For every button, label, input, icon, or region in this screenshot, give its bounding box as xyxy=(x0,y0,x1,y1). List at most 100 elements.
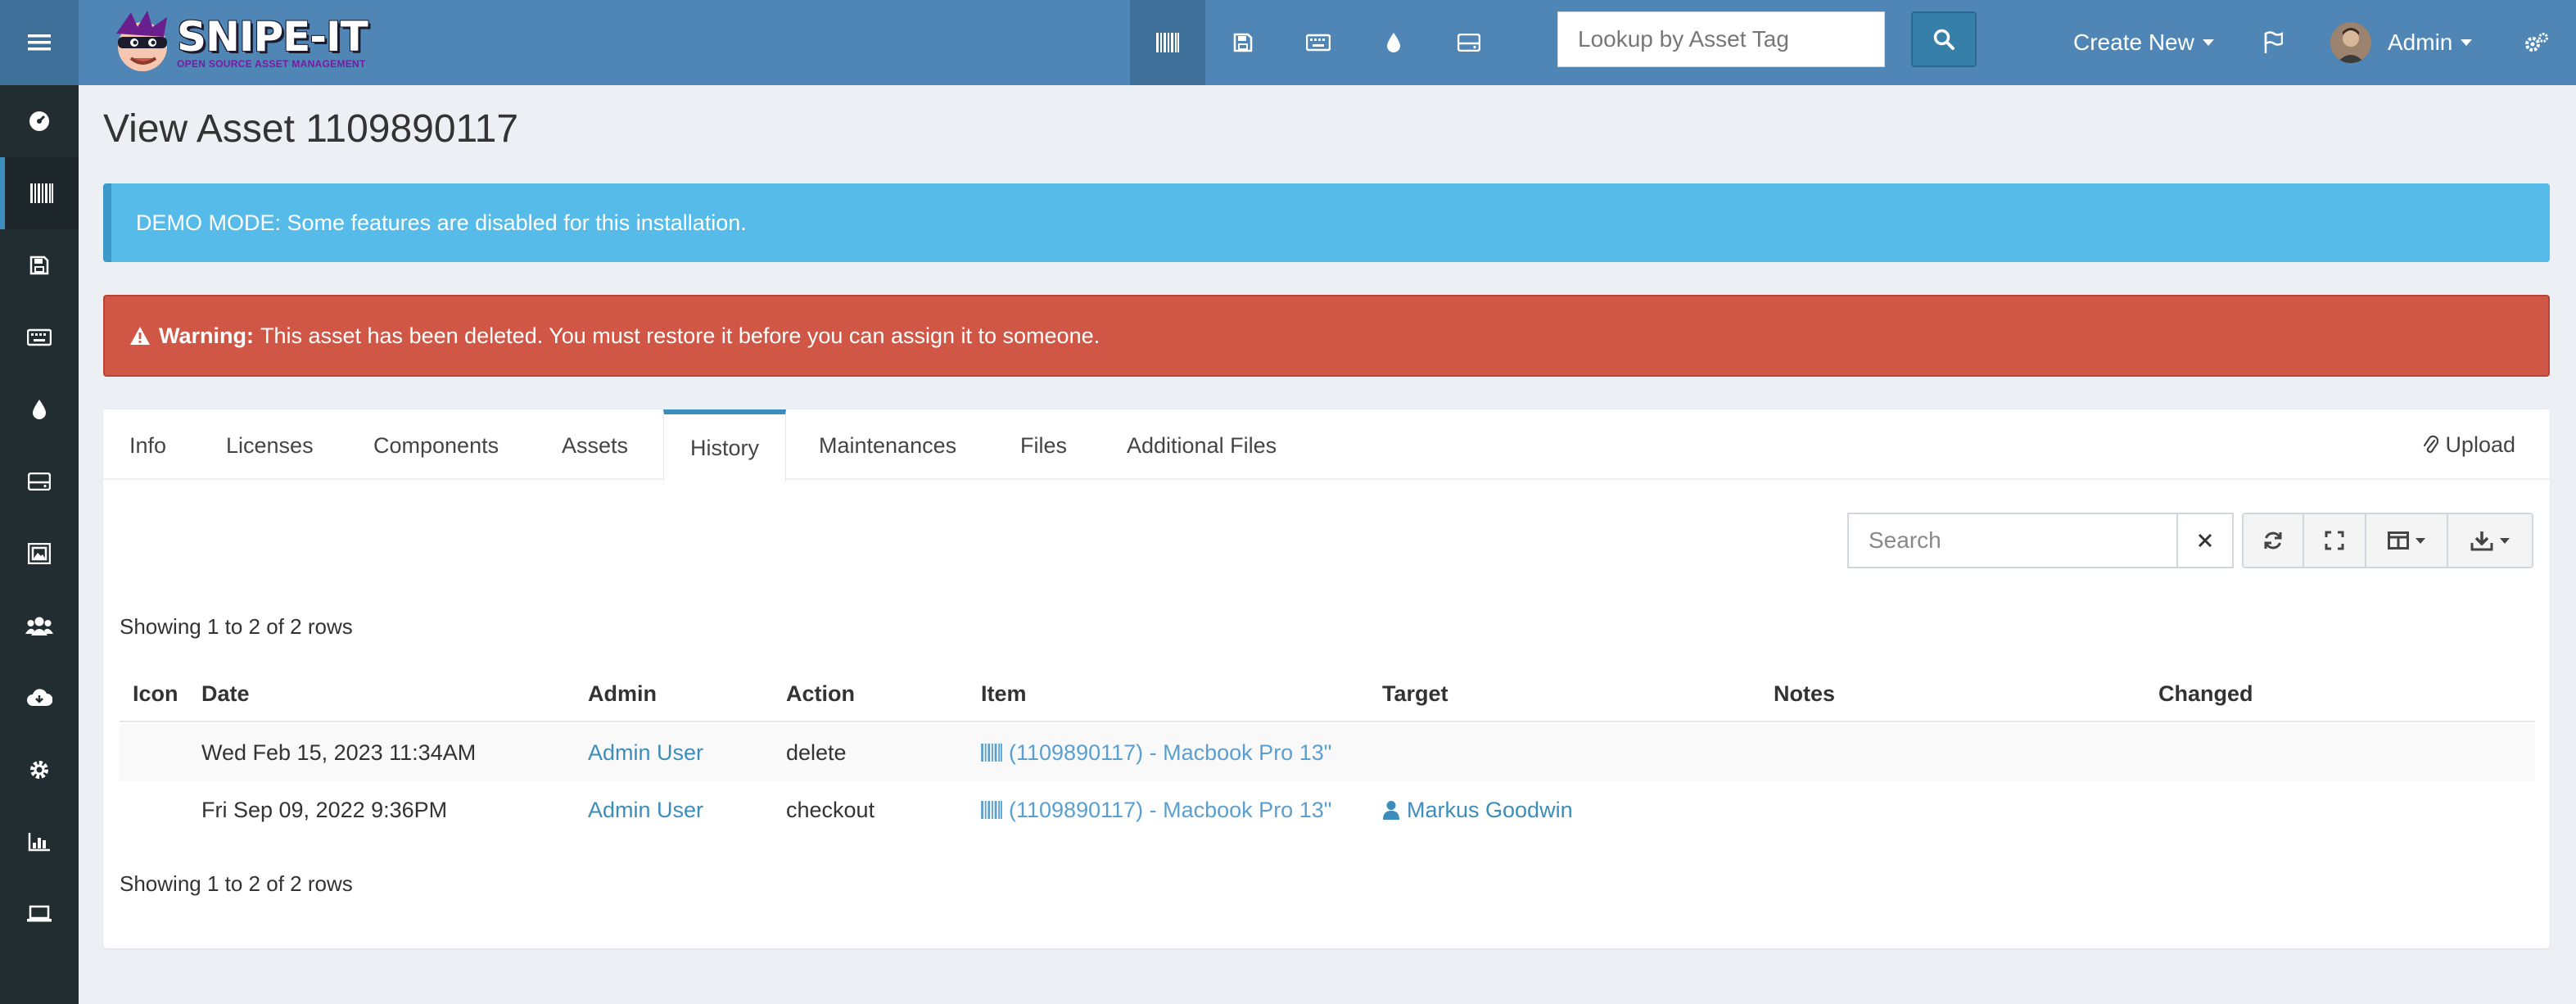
chevron-down-icon xyxy=(2461,39,2473,46)
columns-toggle-button[interactable] xyxy=(2366,513,2448,568)
admin-user-link[interactable]: Admin User xyxy=(588,798,703,823)
barcode-icon xyxy=(1156,33,1179,52)
upload-button[interactable]: Upload xyxy=(2422,409,2515,480)
gears-icon xyxy=(2525,33,2548,52)
export-button[interactable] xyxy=(2448,513,2533,568)
floppy-disk-icon xyxy=(29,256,49,275)
sidebar-item-consumables[interactable] xyxy=(0,373,79,445)
sidebar-item-licenses[interactable] xyxy=(0,229,79,301)
columns-icon xyxy=(2388,531,2409,549)
search-icon xyxy=(1933,29,1955,50)
download-icon xyxy=(2470,531,2493,551)
asset-link[interactable]: (1109890117) - Macbook Pro 13" xyxy=(1009,740,1331,766)
clear-search-button[interactable] xyxy=(2176,513,2234,568)
top-quick-links xyxy=(1130,0,1507,85)
column-header-icon[interactable]: Icon xyxy=(133,665,179,722)
user-menu[interactable]: Admin xyxy=(2330,0,2473,85)
column-header-action[interactable]: Action xyxy=(786,665,855,722)
asset-link[interactable]: (1109890117) - Macbook Pro 13" xyxy=(1009,798,1331,823)
tab-info[interactable]: Info xyxy=(103,409,192,482)
warning-triangle-icon xyxy=(130,327,150,345)
paperclip-icon xyxy=(2424,435,2439,453)
logo-subtitle: OPEN SOURCE ASSET MANAGEMENT xyxy=(177,58,366,70)
fullscreen-button[interactable] xyxy=(2304,513,2366,568)
row-admin-link[interactable]: Admin User xyxy=(588,781,703,839)
row-date: Wed Feb 15, 2023 11:34AM xyxy=(201,739,477,765)
tab-licenses[interactable]: Licenses xyxy=(200,409,340,482)
refresh-button[interactable] xyxy=(2242,513,2304,568)
drop-icon xyxy=(1387,33,1400,52)
tab-components[interactable]: Components xyxy=(347,409,525,482)
lookup-search-button[interactable] xyxy=(1911,11,1977,67)
pagination-info-bottom: Showing 1 to 2 of 2 rows xyxy=(120,871,353,896)
flag-icon xyxy=(2264,31,2283,53)
table-toolbar xyxy=(2242,513,2533,568)
sidebar-item-import[interactable] xyxy=(0,662,79,734)
avatar xyxy=(2330,22,2371,63)
row-action: delete xyxy=(786,739,847,765)
column-header-target[interactable]: Target xyxy=(1382,665,1448,722)
column-header-date[interactable]: Date xyxy=(201,665,250,722)
sidebar-item-predefined-kits[interactable] xyxy=(0,518,79,590)
app-logo[interactable]: SNIPE-IT OPEN SOURCE ASSET MANAGEMENT xyxy=(106,5,368,80)
sidebar-item-dashboard[interactable] xyxy=(0,85,79,157)
table-header-row: Icon Date Admin Action Item Target Notes… xyxy=(120,665,2535,722)
top-accessories-button[interactable] xyxy=(1281,0,1356,85)
ninja-mascot-icon xyxy=(116,11,167,71)
create-new-label: Create New xyxy=(2073,29,2194,55)
row-item-link[interactable]: (1109890117) - Macbook Pro 13" xyxy=(981,724,1331,781)
table-row: Fri Sep 09, 2022 9:36PM Admin User check… xyxy=(120,781,2535,839)
sidebar-item-settings[interactable] xyxy=(0,734,79,806)
admin-user-link[interactable]: Admin User xyxy=(588,740,703,766)
sidebar-item-accessories[interactable] xyxy=(0,301,79,373)
tab-maintenances[interactable]: Maintenances xyxy=(793,409,983,482)
row-target-link[interactable]: Markus Goodwin xyxy=(1382,781,1573,839)
cloud-download-icon xyxy=(27,689,52,706)
column-header-item[interactable]: Item xyxy=(981,665,1027,722)
alerts-button[interactable] xyxy=(2250,0,2296,85)
sidebar-item-requestable[interactable] xyxy=(0,878,79,950)
top-components-button[interactable] xyxy=(1431,0,1507,85)
column-header-admin[interactable]: Admin xyxy=(588,665,657,722)
sidebar-item-assets[interactable] xyxy=(0,157,79,229)
user-name: Admin xyxy=(2388,29,2453,55)
warning-text: This asset has been deleted. You must re… xyxy=(260,323,1100,348)
close-icon xyxy=(2198,533,2212,548)
sidebar xyxy=(0,85,79,1004)
top-licenses-button[interactable] xyxy=(1205,0,1281,85)
sidebar-toggle-button[interactable] xyxy=(0,0,79,85)
user-icon xyxy=(1383,801,1399,820)
barcode-icon xyxy=(981,744,1002,762)
pagination-info-top: Showing 1 to 2 of 2 rows xyxy=(120,614,353,639)
tab-history[interactable]: History xyxy=(663,409,787,482)
table-search-input[interactable]: Search xyxy=(1847,513,2176,568)
asset-details-panel: Info Licenses Components Assets History … xyxy=(103,409,2550,948)
table-row: Wed Feb 15, 2023 11:34AM Admin User dele… xyxy=(120,724,2535,781)
drop-icon xyxy=(33,400,46,419)
create-new-dropdown[interactable]: Create New xyxy=(2073,0,2214,85)
target-user-link[interactable]: Markus Goodwin xyxy=(1407,798,1573,823)
demo-mode-text: DEMO MODE: Some features are disabled fo… xyxy=(136,210,747,235)
top-consumables-button[interactable] xyxy=(1356,0,1431,85)
column-header-changed[interactable]: Changed xyxy=(2158,665,2253,722)
admin-settings-button[interactable] xyxy=(2512,0,2561,85)
tab-files[interactable]: Files xyxy=(994,409,1093,482)
asset-tag-lookup-input[interactable]: Lookup by Asset Tag xyxy=(1557,11,1885,67)
hamburger-icon xyxy=(28,34,51,51)
tab-additional-files[interactable]: Additional Files xyxy=(1100,409,1303,482)
top-assets-button[interactable] xyxy=(1130,0,1205,85)
row-admin-link[interactable]: Admin User xyxy=(588,724,703,781)
chevron-down-icon xyxy=(2416,537,2425,544)
floppy-disk-icon xyxy=(1233,33,1253,52)
laptop-icon xyxy=(27,905,52,922)
sidebar-item-components[interactable] xyxy=(0,445,79,518)
picture-icon xyxy=(28,543,51,564)
dashboard-icon xyxy=(29,111,49,131)
sidebar-item-reports[interactable] xyxy=(0,806,79,878)
chevron-down-icon xyxy=(2202,39,2214,46)
column-header-notes[interactable]: Notes xyxy=(1774,665,1835,722)
row-item-link[interactable]: (1109890117) - Macbook Pro 13" xyxy=(981,781,1331,839)
tab-assets[interactable]: Assets xyxy=(536,409,654,482)
sidebar-item-people[interactable] xyxy=(0,590,79,662)
chart-icon xyxy=(28,833,50,852)
